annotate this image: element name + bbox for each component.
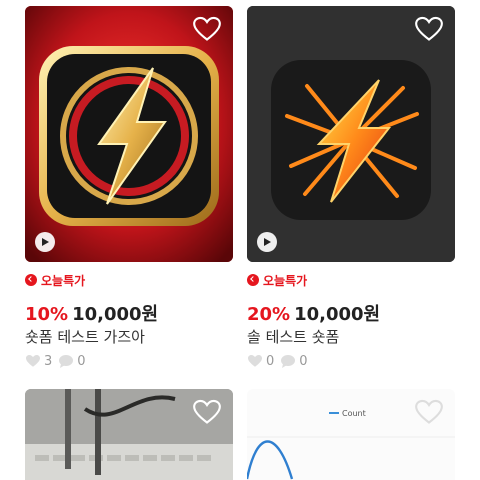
like-count: 3: [44, 353, 53, 369]
product-thumbnail[interactable]: [247, 6, 455, 262]
heart-icon[interactable]: [193, 399, 221, 425]
product-card[interactable]: Count: [247, 389, 455, 480]
discount-rate: 10%: [25, 304, 69, 325]
product-stats: 0 0: [247, 352, 314, 370]
like-icon[interactable]: [247, 354, 263, 368]
price-line: 10% 10,000원: [25, 300, 158, 326]
product-thumbnail[interactable]: Count: [247, 389, 455, 480]
heart-icon[interactable]: [415, 16, 443, 42]
product-card[interactable]: 오늘특가 20% 10,000원 솔 테스트 숏폼 0 0: [247, 6, 455, 369]
heart-icon[interactable]: [415, 399, 443, 425]
comment-icon[interactable]: [280, 354, 296, 368]
play-icon[interactable]: [257, 232, 277, 252]
deal-badge: 오늘특가: [247, 271, 307, 289]
lightning-app-icon: [247, 6, 455, 262]
price-line: 20% 10,000원: [247, 300, 380, 326]
product-title[interactable]: 숏폼 테스트 가즈아: [25, 326, 145, 347]
deal-badge: 오늘특가: [25, 271, 85, 289]
comment-icon[interactable]: [58, 354, 74, 368]
product-card[interactable]: 오늘특가 10% 10,000원 숏폼 테스트 가즈아 3 0: [25, 6, 233, 369]
tag-icon: [25, 274, 37, 286]
like-count: 0: [266, 353, 275, 369]
price: 10,000원: [294, 304, 381, 325]
discount-rate: 20%: [247, 304, 291, 325]
play-icon[interactable]: [35, 232, 55, 252]
comment-count: 0: [77, 353, 86, 369]
legend-label: Count: [342, 409, 366, 418]
like-icon[interactable]: [25, 354, 41, 368]
comment-count: 0: [299, 353, 308, 369]
deal-label: 오늘특가: [263, 273, 308, 288]
product-stats: 3 0: [25, 352, 92, 370]
price: 10,000원: [72, 304, 159, 325]
deal-label: 오늘특가: [41, 273, 86, 288]
tag-icon: [247, 274, 259, 286]
product-card[interactable]: [25, 389, 233, 480]
lightning-app-icon: [25, 6, 233, 262]
product-title[interactable]: 솔 테스트 숏폼: [247, 326, 339, 347]
heart-icon[interactable]: [193, 16, 221, 42]
product-thumbnail[interactable]: [25, 6, 233, 262]
product-thumbnail[interactable]: [25, 389, 233, 480]
